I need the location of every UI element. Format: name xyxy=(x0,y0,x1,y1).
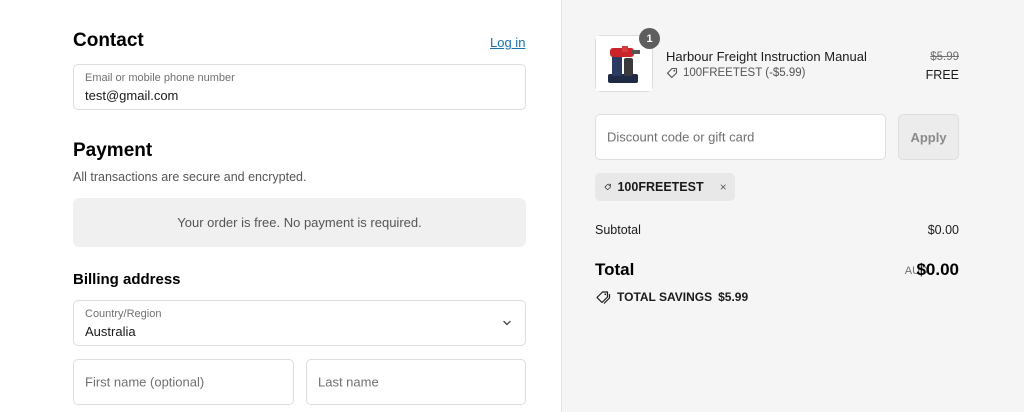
product-discount: 100FREETEST (-$5.99) xyxy=(666,67,806,79)
first-name-placeholder: First name (optional) xyxy=(85,374,205,390)
login-link[interactable]: Log in xyxy=(490,35,525,50)
subtotal-value: $0.00 xyxy=(927,223,959,237)
tag-icon xyxy=(666,67,678,79)
total-savings: TOTAL SAVINGS $5.99 xyxy=(595,290,748,304)
country-select-value: Australia xyxy=(85,324,136,339)
total-savings-value: $5.99 xyxy=(718,290,749,304)
apply-button[interactable]: Apply xyxy=(898,114,959,160)
contact-heading: Contact xyxy=(73,30,144,51)
total-value: $0.00 xyxy=(916,260,959,279)
subtotal-label: Subtotal xyxy=(595,223,641,237)
total-label: Total xyxy=(595,260,635,279)
email-field-value[interactable]: test@gmail.com xyxy=(85,88,178,103)
payment-subtext: All transactions are secure and encrypte… xyxy=(73,170,307,184)
last-name-field[interactable]: Last name xyxy=(306,359,526,405)
payment-heading: Payment xyxy=(73,140,153,161)
applied-discount-chip: 100FREETEST xyxy=(595,173,735,201)
first-name-field[interactable]: First name (optional) xyxy=(73,359,294,405)
email-field[interactable]: Email or mobile phone number test@gmail.… xyxy=(73,64,526,110)
discount-code-placeholder: Discount code or gift card xyxy=(607,129,755,145)
last-name-placeholder: Last name xyxy=(318,374,379,390)
close-icon[interactable] xyxy=(720,181,726,193)
checkout-form: Contact Log in Email or mobile phone num… xyxy=(0,0,561,412)
billing-heading: Billing address xyxy=(73,271,181,288)
quantity-badge: 1 xyxy=(639,28,660,49)
email-field-label: Email or mobile phone number xyxy=(85,72,235,84)
tag-icon xyxy=(604,183,611,191)
discount-code-input[interactable]: Discount code or gift card xyxy=(595,114,886,160)
country-select[interactable]: Country/Region Australia xyxy=(73,300,526,346)
item-price: FREE xyxy=(925,68,959,82)
country-select-label: Country/Region xyxy=(85,308,162,320)
chevron-down-icon xyxy=(503,320,511,326)
total-savings-label: TOTAL SAVINGS xyxy=(617,290,713,304)
product-discount-label: 100FREETEST (-$5.99) xyxy=(683,67,806,79)
tags-icon xyxy=(596,291,611,304)
original-price: $5.99 xyxy=(930,51,959,63)
product-name: Harbour Freight Instruction Manual xyxy=(666,49,867,64)
free-order-notice: Your order is free. No payment is requir… xyxy=(73,198,526,247)
applied-discount-code: 100FREETEST xyxy=(617,180,704,194)
